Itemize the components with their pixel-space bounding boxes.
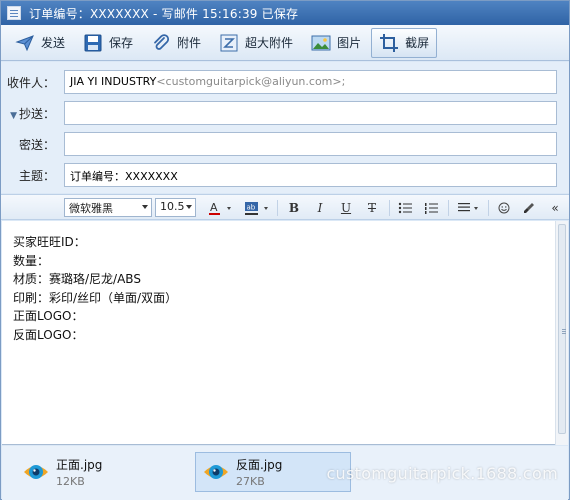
to-row: 收件人： JIA YI INDUSTRY<customguitarpick@al…: [1, 69, 569, 95]
underline-button[interactable]: U: [337, 199, 355, 217]
save-icon: [84, 34, 102, 51]
strikethrough-button[interactable]: T: [363, 199, 381, 217]
font-color-button[interactable]: A: [207, 199, 233, 217]
large-attachment-icon: [220, 34, 238, 51]
font-size-select[interactable]: 10.5: [155, 198, 196, 217]
attach-label: 附件: [177, 36, 202, 50]
body-line: 数量：: [13, 253, 50, 268]
bulleted-list-button[interactable]: [396, 199, 414, 217]
brush-icon: [524, 203, 534, 213]
attachment-size: 27KB: [236, 475, 265, 488]
cc-row: ▼ 抄送：: [1, 100, 569, 126]
attach-button[interactable]: 附件: [143, 28, 209, 58]
highlight-icon: ab: [245, 202, 268, 215]
bold-button[interactable]: B: [285, 199, 303, 217]
bcc-row: 密送：: [1, 131, 569, 157]
message-body-editor[interactable]: 买家旺旺ID： 数量： 材质：赛璐珞/尼龙/ABS 印刷：彩印/丝印（单面/双面…: [2, 221, 568, 445]
attachment-name: 正面.jpg: [56, 458, 103, 472]
large-attach-label: 超大附件: [245, 36, 294, 50]
message-body[interactable]: 买家旺旺ID： 数量： 材质：赛璐珞/尼龙/ABS 印刷：彩印/丝印（单面/双面…: [13, 233, 177, 345]
to-field[interactable]: JIA YI INDUSTRY<customguitarpick@aliyun.…: [64, 70, 557, 94]
send-label: 发送: [41, 36, 66, 50]
format-toolbar: 微软雅黑 10.5 A ab B I U T «: [1, 194, 569, 220]
recipient-name[interactable]: JIA YI INDUSTRY: [70, 75, 156, 88]
to-label: 收件人：: [6, 75, 55, 90]
recipient-address: <customguitarpick@aliyun.com>;: [156, 75, 346, 88]
svg-text:ab: ab: [247, 204, 256, 212]
numbered-list-icon: [425, 203, 438, 214]
clear-format-button[interactable]: [520, 199, 538, 217]
font-family-value: 微软雅黑: [69, 202, 113, 215]
align-icon: [458, 203, 478, 212]
bulleted-list-icon: [398, 202, 412, 214]
attachment-size: 12KB: [56, 475, 85, 488]
picture-button[interactable]: 图片: [303, 28, 369, 58]
body-line: 反面LOGO：: [13, 327, 84, 342]
grip-icon: [562, 329, 566, 330]
svg-text:A: A: [210, 201, 218, 214]
divider: [488, 200, 489, 216]
italic-button[interactable]: I: [311, 199, 329, 217]
cc-field[interactable]: [64, 101, 557, 125]
screenshot-label: 截屏: [405, 36, 430, 50]
subject-row: 主题： 订单编号：XXXXXXX: [1, 162, 569, 188]
divider: [389, 200, 390, 216]
screenshot-icon: [380, 33, 399, 52]
watermark-text: customguitarpick.1688.com: [326, 464, 558, 483]
save-label: 保存: [109, 36, 134, 50]
compose-app-icon: [7, 6, 21, 20]
picture-icon: [311, 35, 331, 50]
cc-label: 抄送：: [18, 106, 55, 121]
title-bar: 订单编号：XXXXXXX - 写邮件 15:16:39 已保存: [1, 1, 569, 25]
compose-window: 订单编号：XXXXXXX - 写邮件 15:16:39 已保存 发送 保存 附件: [0, 0, 570, 500]
align-button[interactable]: [456, 199, 482, 217]
font-size-value: 10.5: [160, 200, 185, 213]
scrollbar-thumb[interactable]: [558, 224, 566, 434]
bcc-field[interactable]: [64, 132, 557, 156]
subject-field[interactable]: 订单编号：XXXXXXX: [64, 163, 557, 187]
message-headers: 收件人： JIA YI INDUSTRY<customguitarpick@al…: [1, 62, 569, 193]
attachment-name: 反面.jpg: [236, 458, 283, 472]
send-icon: [15, 34, 34, 51]
paperclip-icon: [154, 33, 170, 50]
send-button[interactable]: 发送: [7, 28, 73, 58]
smiley-icon: [498, 202, 510, 214]
image-viewer-eye-icon: [204, 465, 228, 479]
font-family-select[interactable]: 微软雅黑: [64, 198, 152, 217]
subject-label: 主题：: [18, 168, 55, 183]
large-attach-button[interactable]: 超大附件: [211, 28, 301, 58]
font-color-icon: A: [209, 201, 231, 215]
chevron-down-icon: [186, 205, 192, 209]
attachment-tray: 正面.jpg 12KB 反面.jpg 27KB customguitarpick…: [2, 446, 568, 500]
bcc-label: 密送：: [18, 137, 55, 152]
divider: [448, 200, 449, 216]
highlight-color-button[interactable]: ab: [243, 199, 271, 217]
emoji-button[interactable]: [495, 199, 513, 217]
main-toolbar: 发送 保存 附件 超大附件 图片 截屏: [1, 25, 569, 61]
attachment-item[interactable]: 正面.jpg 12KB: [15, 452, 171, 492]
divider: [277, 200, 278, 216]
vertical-scrollbar[interactable]: [555, 221, 568, 445]
cc-label-wrap[interactable]: ▼ 抄送：: [1, 105, 63, 122]
body-line: 印刷：彩印/丝印（单面/双面）: [13, 290, 178, 305]
body-line: 材质：赛璐珞/尼龙/ABS: [13, 272, 141, 287]
chevron-down-icon: [142, 205, 148, 209]
expand-triangle-icon[interactable]: ▼: [10, 111, 17, 121]
window-title: 订单编号：XXXXXXX - 写邮件 15:16:39 已保存: [29, 6, 299, 21]
picture-label: 图片: [337, 36, 362, 50]
more-options-button[interactable]: «: [546, 199, 564, 217]
body-line: 正面LOGO：: [13, 309, 84, 324]
save-button[interactable]: 保存: [75, 28, 141, 58]
image-viewer-eye-icon: [24, 465, 48, 479]
numbered-list-button[interactable]: [422, 199, 440, 217]
body-line: 买家旺旺ID：: [13, 235, 86, 249]
screenshot-button[interactable]: 截屏: [371, 27, 438, 58]
